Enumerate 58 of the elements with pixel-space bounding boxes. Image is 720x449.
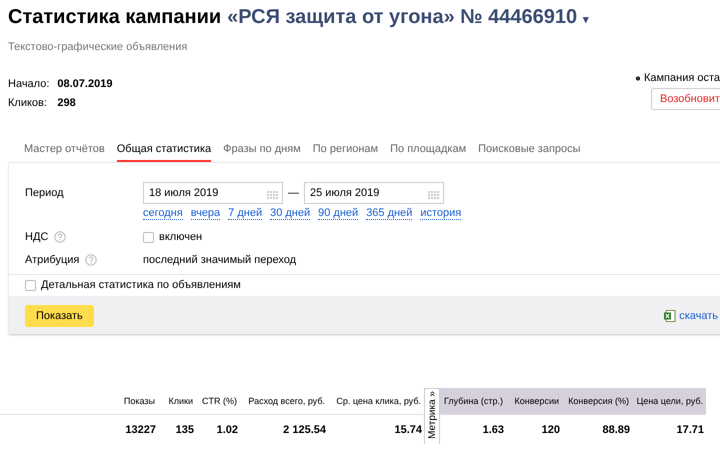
page-title: Статистика кампании xyxy=(8,6,222,29)
summary-value: 298 xyxy=(57,97,77,109)
tab[interactable]: Общая статистика xyxy=(116,143,212,162)
resume-button[interactable]: Возобновит xyxy=(651,88,720,110)
download-link[interactable]: скачать xyxy=(679,310,718,322)
checkbox[interactable] xyxy=(143,232,154,242)
table-cell: 88.89 xyxy=(602,424,630,436)
column-header: Конверсия (%) xyxy=(562,388,632,415)
column-header: Цена цели, руб. xyxy=(632,388,706,415)
status-message: Кампания оста xyxy=(644,72,720,84)
table-cell: 1.63 xyxy=(482,424,504,436)
help-icon[interactable] xyxy=(85,254,98,266)
date-separator: — xyxy=(288,187,299,199)
column-header: Конверсии xyxy=(506,388,562,415)
tab[interactable]: По регионам xyxy=(312,143,378,162)
date-field[interactable]: 18 июля 2019 xyxy=(143,182,283,204)
column-header: CTR (%) xyxy=(196,388,240,415)
calendar-icon[interactable] xyxy=(428,188,439,199)
tab[interactable]: Поисковые запросы xyxy=(478,143,581,162)
checkbox[interactable] xyxy=(25,280,36,290)
caret-icon[interactable]: ▾ xyxy=(583,13,590,26)
column-header: Показы xyxy=(0,388,158,415)
table-cell: 120 xyxy=(542,424,560,436)
help-icon[interactable] xyxy=(54,231,66,243)
table-cell: 13227 xyxy=(125,424,156,436)
column-header: Глубина (стр.) xyxy=(440,388,506,415)
table-cell: 15.74 xyxy=(394,424,422,436)
period-link[interactable]: сегодня xyxy=(143,207,183,220)
show-button[interactable]: Показать xyxy=(25,305,94,327)
field-label: НДС xyxy=(25,231,48,243)
field-label: Период xyxy=(25,187,65,199)
campaign-type: Текстово-графические объявления xyxy=(8,41,188,53)
tab[interactable]: Мастер отчётов xyxy=(24,143,105,162)
calendar-icon[interactable] xyxy=(267,188,278,199)
summary-label: Кликов: xyxy=(8,97,48,109)
tab[interactable]: Фразы по дням xyxy=(223,143,301,162)
table-cell: 1.02 xyxy=(216,424,238,436)
table-cell: 17.71 xyxy=(676,424,704,436)
table-cell: 135 xyxy=(176,424,194,436)
period-link[interactable]: 90 дней xyxy=(318,207,358,220)
summary-value: 08.07.2019 xyxy=(57,78,112,90)
period-link[interactable]: 30 дней xyxy=(270,207,310,220)
period-link[interactable]: 365 дней xyxy=(366,207,412,220)
period-link[interactable]: вчера xyxy=(190,207,220,220)
tab[interactable]: По площадкам xyxy=(390,143,466,162)
field-label: Атрибуция xyxy=(25,254,80,266)
table-cell: 2 125.54 xyxy=(283,424,326,436)
column-header: Клики xyxy=(158,388,196,415)
campaign-name[interactable]: «РСЯ защита от угона» № 44466910 xyxy=(227,6,578,29)
checkbox-label: включен xyxy=(159,231,202,243)
spreadsheet-icon[interactable] xyxy=(664,310,676,322)
attribution-value: последний значимый переход xyxy=(143,254,297,266)
period-link[interactable]: 7 дней xyxy=(228,207,262,220)
period-link[interactable]: история xyxy=(420,207,462,220)
checkbox-label: Детальная статистика по объявлениям xyxy=(41,279,241,291)
summary-label: Начало: xyxy=(8,78,50,90)
date-field[interactable]: 25 июля 2019 xyxy=(304,182,444,204)
column-header: Расход всего, руб. xyxy=(240,388,328,415)
